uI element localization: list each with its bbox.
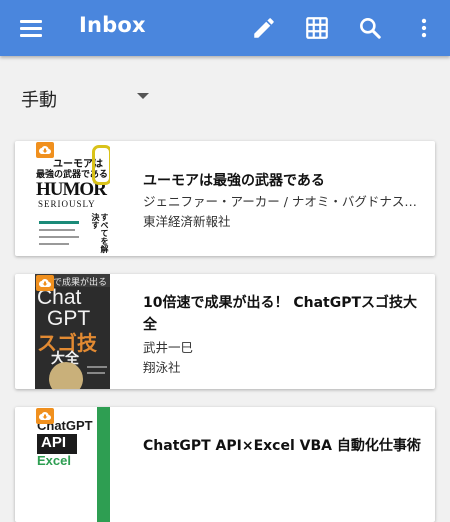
cover-decoration <box>39 243 69 245</box>
cover-decoration <box>39 236 79 238</box>
book-title: 10倍速で成果が出る！ ChatGPTスゴ技大全 <box>143 295 418 333</box>
cover-decoration <box>49 362 83 389</box>
cover-decoration <box>87 372 105 374</box>
sort-label: 手動 <box>21 90 57 111</box>
page-title: Inbox <box>79 13 146 37</box>
book-title: ChatGPT API×Excel VBA 自動化仕事術 <box>143 438 421 454</box>
sort-selector[interactable]: 手動 <box>0 78 450 118</box>
book-card[interactable]: で成果が出る Chat GPT スゴ技 大全 10倍速で成果が出る！ ChatG… <box>15 274 435 389</box>
grid-view-icon[interactable] <box>304 15 330 41</box>
more-vert-icon[interactable] <box>411 15 437 41</box>
cover-decoration <box>87 366 107 368</box>
edit-pencil-icon[interactable] <box>251 15 277 41</box>
book-publisher: 東洋経済新報社 <box>143 214 231 229</box>
book-author: ジェニファー・アーカー / ナオミ・バグドナス… <box>143 194 417 209</box>
cover-decoration <box>92 145 110 185</box>
hamburger-menu-icon[interactable] <box>19 16 43 40</box>
caret-down-icon[interactable] <box>137 93 149 99</box>
cover-decoration <box>39 229 75 231</box>
cloud-download-icon <box>36 275 54 291</box>
book-card[interactable]: ChatGPT API Excel ChatGPT API×Excel VBA … <box>15 407 435 522</box>
book-publisher: 翔泳社 <box>143 360 181 375</box>
app-bar: Inbox <box>0 0 450 56</box>
cover-decoration <box>39 221 79 224</box>
book-author: 武井一巳 <box>143 340 194 355</box>
book-cover: ChatGPT API Excel <box>35 407 110 522</box>
book-card[interactable]: ユーモアは 最強の武器である HUMOR SERIOUSLY すべてを解決す ユ… <box>15 141 435 256</box>
cover-text: API <box>41 434 67 451</box>
search-icon[interactable] <box>357 15 383 41</box>
cloud-download-icon <box>36 142 54 158</box>
book-title: ユーモアは最強の武器である <box>143 173 325 189</box>
book-cover: で成果が出る Chat GPT スゴ技 大全 <box>35 274 110 389</box>
cover-text: すべてを解決す <box>91 213 109 253</box>
cover-decoration <box>97 407 110 522</box>
cover-text: SERIOUSLY <box>38 199 96 209</box>
book-cover: ユーモアは 最強の武器である HUMOR SERIOUSLY すべてを解決す <box>35 141 110 256</box>
cloud-download-icon <box>36 408 54 424</box>
